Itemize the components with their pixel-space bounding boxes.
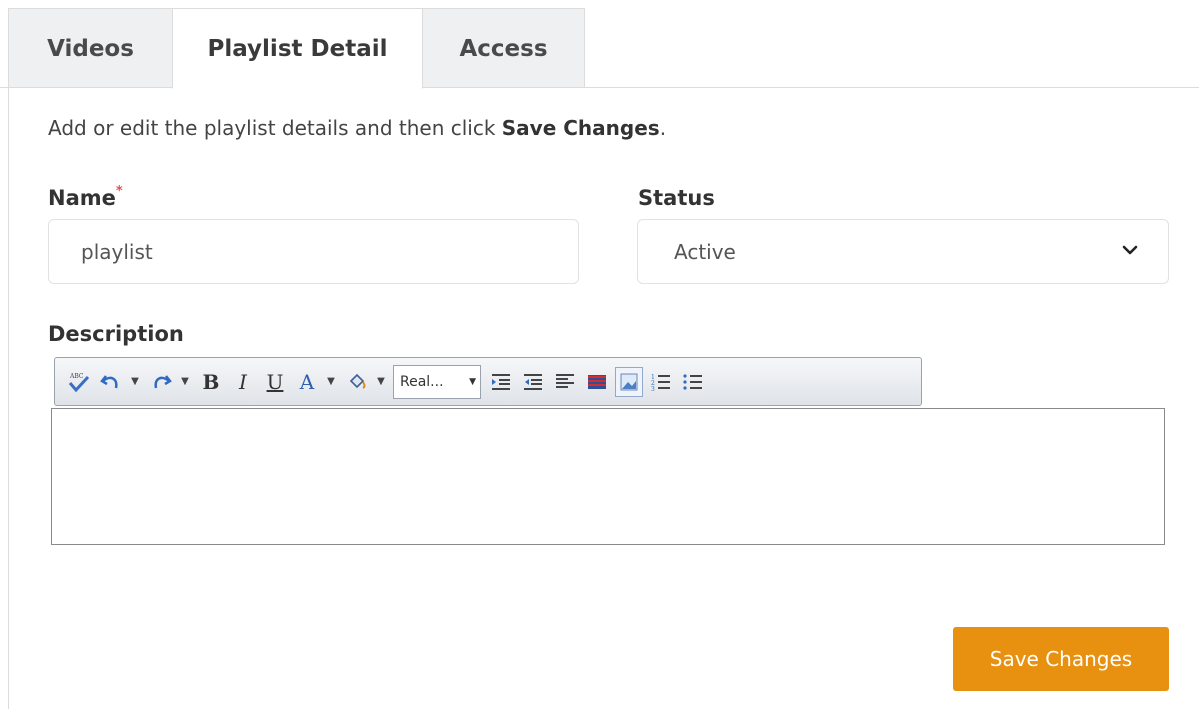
tab-videos[interactable]: Videos: [8, 8, 173, 88]
highlight-dropdown-icon[interactable]: ▼: [375, 367, 387, 397]
unordered-list-icon[interactable]: [679, 367, 707, 397]
name-input-value: playlist: [81, 239, 153, 264]
indent-icon[interactable]: [487, 367, 515, 397]
name-label-text: Name: [48, 186, 116, 210]
status-label: Status: [638, 186, 715, 210]
flag-icon[interactable]: [583, 367, 611, 397]
name-label: Name*: [48, 184, 123, 210]
name-input[interactable]: playlist: [48, 219, 579, 284]
intro-text: Add or edit the playlist details and the…: [48, 116, 666, 140]
svg-text:3: 3: [651, 386, 655, 392]
underline-icon[interactable]: U: [261, 367, 289, 397]
image-icon[interactable]: [615, 366, 643, 397]
redo-dropdown-icon[interactable]: ▼: [179, 367, 191, 397]
chevron-down-icon: [1122, 245, 1138, 255]
highlight-icon[interactable]: [343, 367, 371, 397]
font-select-value: Real...: [400, 373, 444, 390]
font-color-icon[interactable]: A: [293, 367, 321, 397]
ordered-list-icon[interactable]: 123: [647, 367, 675, 397]
intro-suffix: .: [659, 116, 667, 140]
tab-bar: Videos Playlist Detail Access: [0, 0, 1199, 89]
spellcheck-icon[interactable]: ABC: [65, 367, 93, 397]
chevron-down-icon: ▼: [469, 376, 476, 387]
tab-access[interactable]: Access: [422, 8, 585, 88]
description-editor[interactable]: [51, 408, 1165, 545]
status-select[interactable]: Active: [637, 219, 1169, 284]
intro-emphasis: Save Changes: [501, 116, 660, 140]
italic-icon[interactable]: I: [229, 367, 257, 397]
intro-prefix: Add or edit the playlist details and the…: [48, 116, 502, 140]
font-select[interactable]: Real... ▼: [393, 364, 481, 399]
undo-dropdown-icon[interactable]: ▼: [129, 367, 141, 397]
align-left-icon[interactable]: [551, 367, 579, 397]
outdent-icon[interactable]: [519, 367, 547, 397]
tab-playlist-detail[interactable]: Playlist Detail: [172, 8, 423, 89]
status-select-value: Active: [674, 239, 736, 264]
required-marker: *: [115, 184, 123, 199]
font-color-dropdown-icon[interactable]: ▼: [325, 367, 337, 397]
editor-toolbar: ABC ▼ ▼ B I U A ▼ ▼ Real... ▼ 123: [54, 357, 922, 406]
redo-icon[interactable]: [147, 367, 175, 397]
description-label: Description: [48, 322, 184, 346]
svg-text:ABC: ABC: [69, 373, 84, 380]
undo-icon[interactable]: [97, 367, 125, 397]
save-changes-button[interactable]: Save Changes: [953, 627, 1169, 691]
bold-icon[interactable]: B: [197, 367, 225, 397]
